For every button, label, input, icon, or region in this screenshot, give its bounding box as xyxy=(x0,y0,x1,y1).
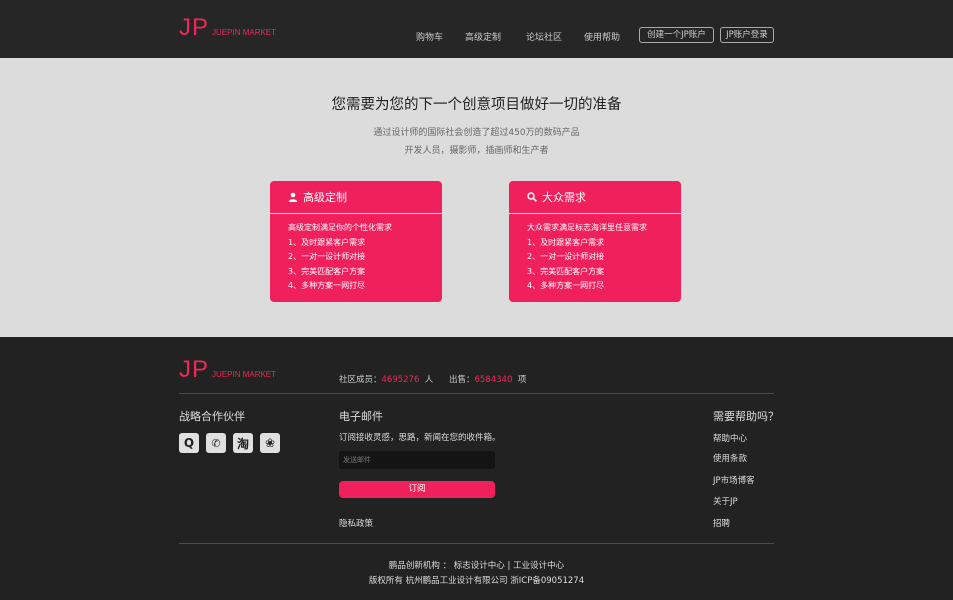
card-title: 高级定制 xyxy=(303,191,347,204)
card-line: 高级定制满足你的个性化需求 xyxy=(288,223,392,232)
sold-stat: 出售：6584340 项 xyxy=(449,373,526,385)
taobao-icon[interactable]: 淘 xyxy=(233,433,253,453)
members-stat: 社区成员：4695276 人 xyxy=(339,373,433,385)
wechat-glyph: ✆ xyxy=(211,436,221,450)
card-line: 1、及时跟紧客户需求 xyxy=(288,237,366,247)
footer-org-line: 鹏品创新机构 ： 标志设计中心 | 工业设计中心 xyxy=(388,561,565,571)
top-header: JP JUEPIN MARKET 购物车 高级定制 论坛社区 使用帮助 创建一个… xyxy=(0,0,953,58)
help-center-link[interactable]: 帮助中心 xyxy=(713,432,747,444)
hero-section: 您需要为您的下一个创意项目做好一切的准备 通过设计师的国际社会创造了超过450万… xyxy=(0,58,953,337)
terms-link[interactable]: 使用条款 xyxy=(713,452,747,464)
card-body: 高级定制满足你的个性化需求 1、及时跟紧客户需求 2、一对一设计师对接 3、完美… xyxy=(270,214,442,294)
card-body: 大众需求满足标志海洋里任意需求 1、及时跟紧客户需求 2、一对一设计师对接 3、… xyxy=(509,214,681,294)
privacy-link[interactable]: 隐私政策 xyxy=(339,517,373,529)
logo-mark: JP xyxy=(179,356,210,383)
nav-cart[interactable]: 购物车 xyxy=(416,30,443,43)
email-title: 电子邮件 xyxy=(339,410,383,423)
card-line: 4、多种方案一网打尽 xyxy=(288,281,366,290)
card-header: 大众需求 xyxy=(509,181,681,214)
card-line: 2、一对一设计师对接 xyxy=(527,252,605,261)
hero-subtitle-1: 通过设计师的国际社会创造了超过450万的数码产品 xyxy=(373,128,580,138)
nav-custom[interactable]: 高级定制 xyxy=(465,30,501,43)
wechat-icon[interactable]: ✆ xyxy=(206,433,226,453)
card-header: 高级定制 xyxy=(270,181,442,214)
help-title: 需要帮助吗？ xyxy=(713,410,779,423)
hero-title: 您需要为您的下一个创意项目做好一切的准备 xyxy=(331,97,622,113)
nav-help[interactable]: 使用帮助 xyxy=(584,30,620,43)
about-link[interactable]: 关于JP xyxy=(713,495,738,507)
login-button[interactable]: JP账户登录 xyxy=(720,27,774,43)
logo-text: JUEPIN MARKET xyxy=(212,370,277,379)
qq-glyph: Q xyxy=(183,436,195,450)
search-icon xyxy=(527,192,537,202)
logo-text: JUEPIN MARKET xyxy=(212,28,277,37)
hero-subtitle-2: 开发人员，摄影师，插画师和生产者 xyxy=(404,146,549,156)
custom-card[interactable]: 高级定制 高级定制满足你的个性化需求 1、及时跟紧客户需求 2、一对一设计师对接… xyxy=(270,181,442,302)
card-line: 3、完美匹配客户方案 xyxy=(527,266,605,276)
members-label: 社区成员： xyxy=(339,375,382,385)
footer-divider-bottom xyxy=(179,543,774,544)
subscribe-button[interactable]: 订阅 xyxy=(339,481,495,498)
partners-title: 战略合作伙伴 xyxy=(179,410,245,423)
baidu-glyph: ❀ xyxy=(264,436,276,450)
public-demand-card[interactable]: 大众需求 大众需求满足标志海洋里任意需求 1、及时跟紧客户需求 2、一对一设计师… xyxy=(509,181,681,302)
qq-icon[interactable]: Q xyxy=(179,433,199,453)
card-line: 4、多种方案一网打尽 xyxy=(527,281,605,290)
user-icon xyxy=(288,192,298,202)
footer-divider-top xyxy=(179,393,774,394)
card-line: 2、一对一设计师对接 xyxy=(288,252,366,261)
blog-link[interactable]: JP市场博客 xyxy=(713,474,755,486)
baidu-icon[interactable]: ❀ xyxy=(260,433,280,453)
header-logo[interactable]: JP JUEPIN MARKET xyxy=(179,14,277,41)
members-unit: 人 xyxy=(424,375,434,385)
email-input[interactable] xyxy=(339,451,495,469)
nav-forum[interactable]: 论坛社区 xyxy=(526,30,562,43)
members-count: 4695276 xyxy=(381,375,420,385)
sold-label: 出售： xyxy=(449,375,475,385)
footer-logo[interactable]: JP JUEPIN MARKET xyxy=(179,356,277,383)
email-description: 订阅接收灵感，思路，新闻在您的收件箱。 xyxy=(339,433,501,443)
taobao-glyph: 淘 xyxy=(236,436,249,451)
logo-mark: JP xyxy=(179,14,210,41)
card-line: 大众需求满足标志海洋里任意需求 xyxy=(527,223,647,232)
card-line: 1、及时跟紧客户需求 xyxy=(527,237,605,247)
card-title: 大众需求 xyxy=(542,191,586,204)
card-line: 3、完美匹配客户方案 xyxy=(288,266,366,276)
sold-unit: 项 xyxy=(517,375,527,385)
sold-count: 6584340 xyxy=(474,375,513,385)
jobs-link[interactable]: 招聘 xyxy=(713,517,730,529)
copyright-line: 版权所有 杭州鹏品工业设计有限公司 浙ICP备09051274 xyxy=(368,576,585,586)
create-account-button[interactable]: 创建一个JP账户 xyxy=(639,27,714,43)
